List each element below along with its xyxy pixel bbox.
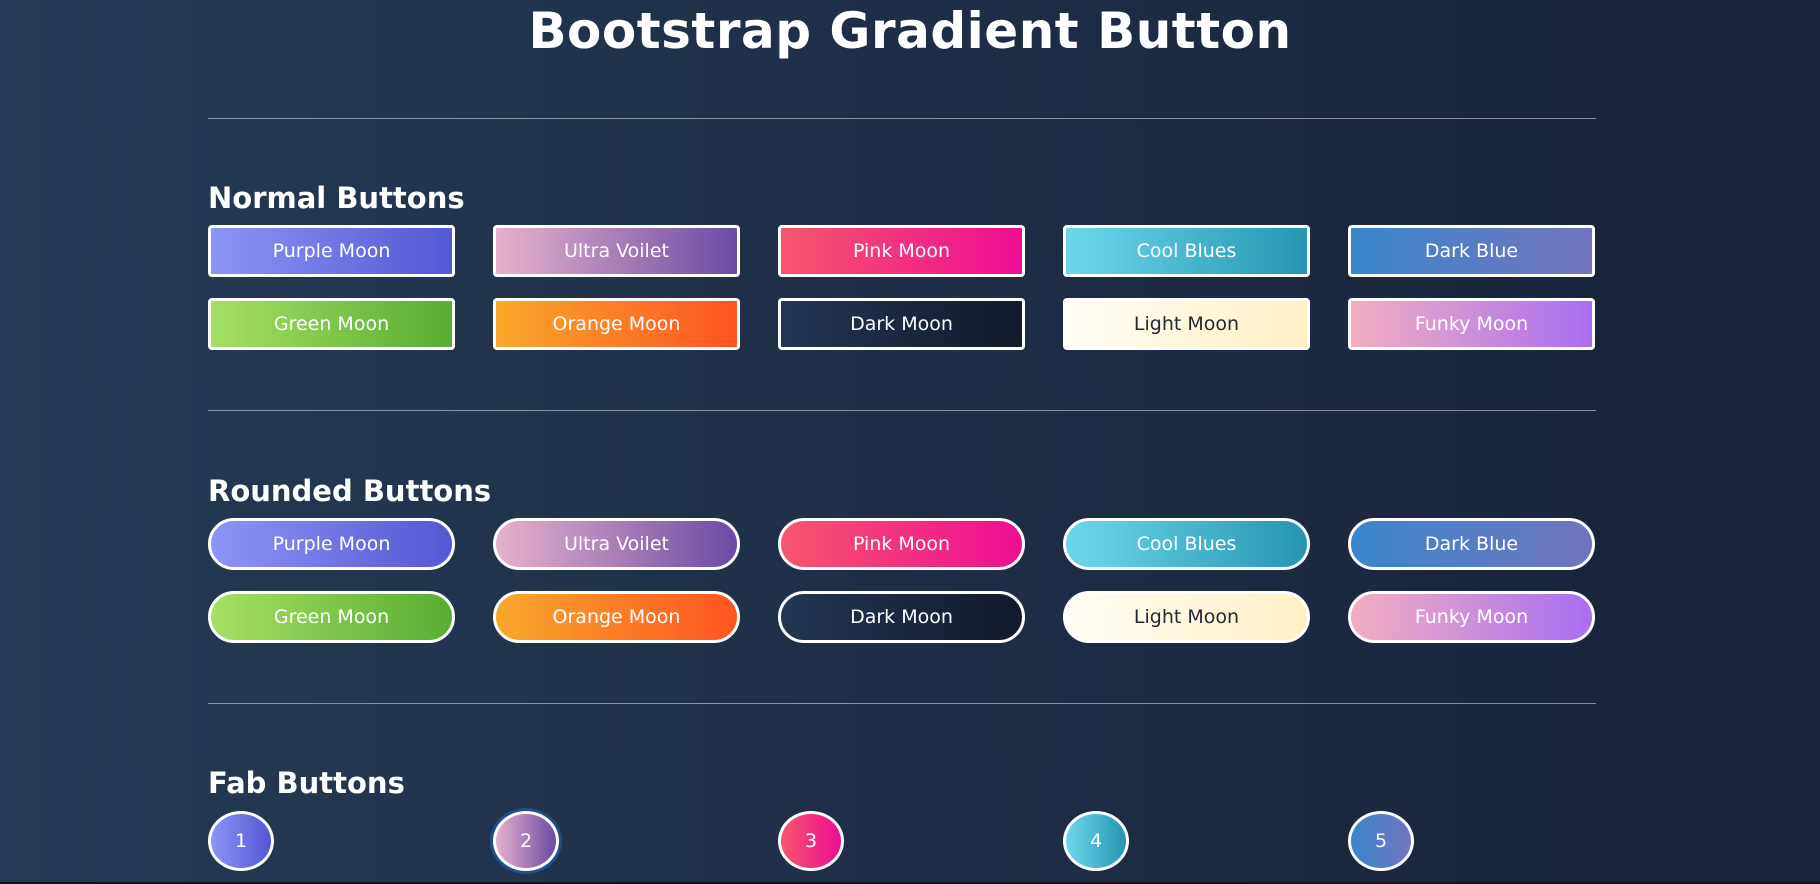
rounded-buttons-row-1: Purple Moon Ultra Voilet Pink Moon Cool …	[208, 518, 1596, 570]
pink-moon-button[interactable]: Pink Moon	[778, 225, 1025, 277]
green-moon-button[interactable]: Green Moon	[208, 298, 455, 350]
page-title: Bootstrap Gradient Button	[528, 2, 1292, 60]
orange-moon-button[interactable]: Orange Moon	[493, 298, 740, 350]
ultra-voilet-button[interactable]: Ultra Voilet	[493, 225, 740, 277]
section-title-fab: Fab Buttons	[208, 766, 405, 800]
dark-blue-rounded-button[interactable]: Dark Blue	[1348, 518, 1595, 570]
fab-button-3[interactable]: 3	[778, 811, 844, 871]
normal-buttons-row-1: Purple Moon Ultra Voilet Pink Moon Cool …	[208, 225, 1596, 277]
divider	[208, 118, 1596, 119]
cool-blues-button[interactable]: Cool Blues	[1063, 225, 1310, 277]
fab-button-4[interactable]: 4	[1063, 811, 1129, 871]
orange-moon-rounded-button[interactable]: Orange Moon	[493, 591, 740, 643]
normal-buttons-row-2: Green Moon Orange Moon Dark Moon Light M…	[208, 298, 1596, 350]
divider	[208, 703, 1596, 704]
purple-moon-button[interactable]: Purple Moon	[208, 225, 455, 277]
light-moon-rounded-button[interactable]: Light Moon	[1063, 591, 1310, 643]
section-title-normal: Normal Buttons	[208, 181, 465, 215]
fab-buttons-row: 1 2 3 4 5	[208, 811, 1596, 871]
divider	[208, 410, 1596, 411]
purple-moon-rounded-button[interactable]: Purple Moon	[208, 518, 455, 570]
funky-moon-rounded-button[interactable]: Funky Moon	[1348, 591, 1595, 643]
light-moon-button[interactable]: Light Moon	[1063, 298, 1310, 350]
funky-moon-button[interactable]: Funky Moon	[1348, 298, 1595, 350]
rounded-buttons-row-2: Green Moon Orange Moon Dark Moon Light M…	[208, 591, 1596, 643]
green-moon-rounded-button[interactable]: Green Moon	[208, 591, 455, 643]
dark-moon-rounded-button[interactable]: Dark Moon	[778, 591, 1025, 643]
fab-button-5[interactable]: 5	[1348, 811, 1414, 871]
ultra-voilet-rounded-button[interactable]: Ultra Voilet	[493, 518, 740, 570]
fab-button-2[interactable]: 2	[493, 811, 559, 871]
dark-blue-button[interactable]: Dark Blue	[1348, 225, 1595, 277]
pink-moon-rounded-button[interactable]: Pink Moon	[778, 518, 1025, 570]
section-title-rounded: Rounded Buttons	[208, 474, 492, 508]
cool-blues-rounded-button[interactable]: Cool Blues	[1063, 518, 1310, 570]
fab-button-1[interactable]: 1	[208, 811, 274, 871]
dark-moon-button[interactable]: Dark Moon	[778, 298, 1025, 350]
